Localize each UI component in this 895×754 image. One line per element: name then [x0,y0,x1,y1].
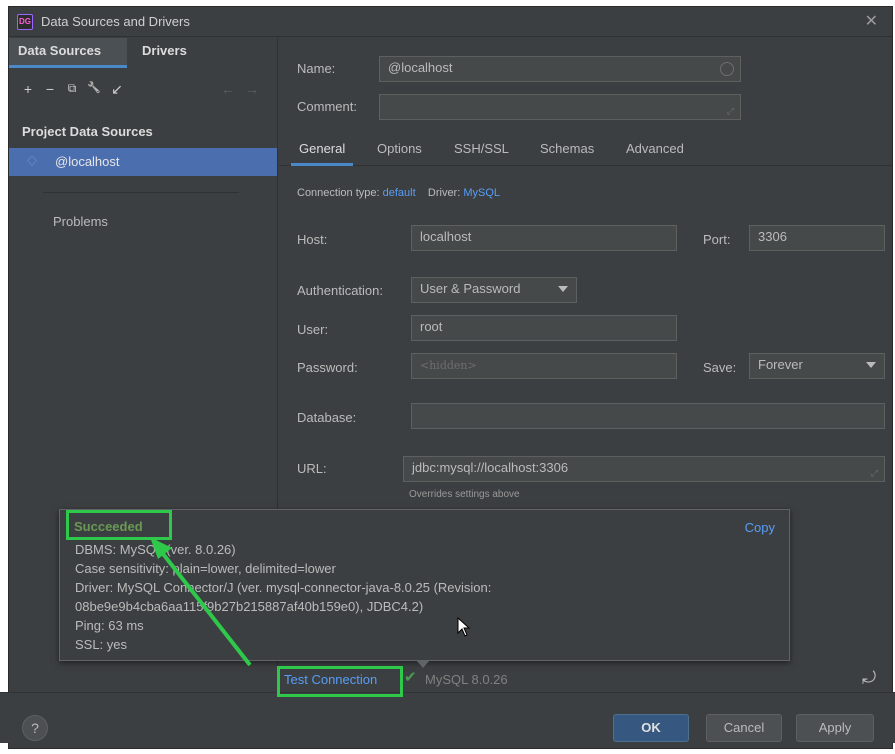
database-input[interactable] [411,403,885,429]
driver-label: Driver: [427,187,461,199]
succeeded-highlight-box [66,510,172,540]
test-connection-highlight-box [277,666,403,697]
expand-icon[interactable]: ⤢ [727,106,734,117]
connection-type-label: Connection type: [297,187,380,199]
tab-drivers[interactable]: Drivers [133,38,196,68]
detail-ssl: SSL: yes [75,637,128,652]
detail-case-sensitivity: Case sensitivity: plain=lower, delimited… [75,561,336,576]
copy-link[interactable]: Copy [745,520,775,535]
detail-driver-revision: 08be9e9b4cba6aa115f9b27b215887af40b159e0… [75,599,424,614]
mouse-cursor-icon [457,617,471,637]
cancel-button[interactable]: Cancel [706,714,782,742]
save-label: Save: [703,360,737,375]
help-button[interactable]: ? [22,715,48,741]
port-input[interactable]: 3306 [749,225,885,251]
back-arrow-icon[interactable]: ← [219,81,237,97]
detail-dbms: DBMS: MySQL (ver. 8.0.26) [75,542,236,557]
connection-type-link[interactable]: default [383,187,416,199]
connection-type-line: Connection type: default Driver: MySQL [297,187,500,199]
name-label: Name: [297,61,336,76]
name-input[interactable]: @localhost [379,56,741,82]
save-select[interactable]: Forever [749,353,885,379]
settings-tabs: General Options SSH/SSL Schemas Advanced [279,136,892,166]
user-input[interactable]: root [411,315,677,341]
forward-arrow-icon[interactable]: → [243,81,261,97]
check-icon: ✔ [404,669,417,686]
host-input[interactable]: localhost [411,225,677,251]
comment-label: Comment: [297,99,357,114]
mysql-dolphin-icon: ◇ [27,152,37,167]
detail-driver: Driver: MySQL Connector/J (ver. mysql-co… [75,580,492,595]
url-label: URL: [297,461,327,476]
apply-button[interactable]: Apply [796,714,874,742]
datasource-item-localhost[interactable]: ◇ @localhost [9,148,277,176]
problems-item[interactable]: Problems [53,214,108,229]
import-icon[interactable]: ↙ [108,81,126,98]
host-label: Host: [297,232,328,247]
wrench-icon[interactable]: 🔧 [85,81,103,94]
connection-details: DBMS: MySQL (ver. 8.0.26) Case sensitivi… [75,540,775,654]
tab-schemas[interactable]: Schemas [532,136,602,166]
overrides-note: Overrides settings above [409,489,520,500]
name-value: @localhost [388,60,453,75]
window-title: Data Sources and Drivers [41,14,190,29]
port-label: Port: [703,232,731,247]
datasource-label: @localhost [55,154,120,169]
mysql-version-text: MySQL 8.0.26 [425,672,508,687]
database-label: Database: [297,410,357,425]
save-value: Forever [758,357,803,372]
left-toolbar: + − ⧉ 🔧 ↙ ← → [9,81,277,103]
tab-ssh-ssl[interactable]: SSH/SSL [446,136,517,166]
title-bar: DG Data Sources and Drivers ✕ [9,7,892,37]
tab-general[interactable]: General [291,136,354,166]
datagrip-app-icon: DG [17,14,33,30]
driver-link[interactable]: MySQL [463,187,500,199]
authentication-value: User & Password [420,281,521,296]
dropdown-arrow-icon [866,362,876,368]
color-circle-icon[interactable] [720,62,734,76]
ok-button[interactable]: OK [613,714,689,742]
authentication-label: Authentication: [297,283,384,298]
url-value: jdbc:mysql://localhost:3306 [412,460,569,475]
duplicate-icon[interactable]: ⧉ [63,81,81,96]
left-tabs: Data Sources Drivers [9,38,277,68]
tab-options[interactable]: Options [369,136,430,166]
tab-advanced[interactable]: Advanced [618,136,692,166]
close-icon[interactable]: ✕ [865,11,878,31]
detail-ping: Ping: 63 ms [75,618,144,633]
user-label: User: [297,322,329,337]
dropdown-arrow-icon [558,286,568,292]
add-icon[interactable]: + [19,81,37,97]
comment-input[interactable]: ⤢ [379,94,741,120]
popup-pointer [416,660,430,668]
revert-icon[interactable]: ⤾ [862,668,876,688]
password-input[interactable]: <hidden> [411,353,677,379]
expand-icon[interactable]: ⤢ [871,468,878,479]
remove-icon[interactable]: − [41,81,59,97]
authentication-select[interactable]: User & Password [411,277,577,303]
tab-data-sources[interactable]: Data Sources [9,38,127,68]
url-input[interactable]: jdbc:mysql://localhost:3306 ⤢ [403,456,885,482]
divider [43,192,239,193]
project-data-sources-heading: Project Data Sources [22,124,153,139]
password-label: Password: [297,360,358,375]
